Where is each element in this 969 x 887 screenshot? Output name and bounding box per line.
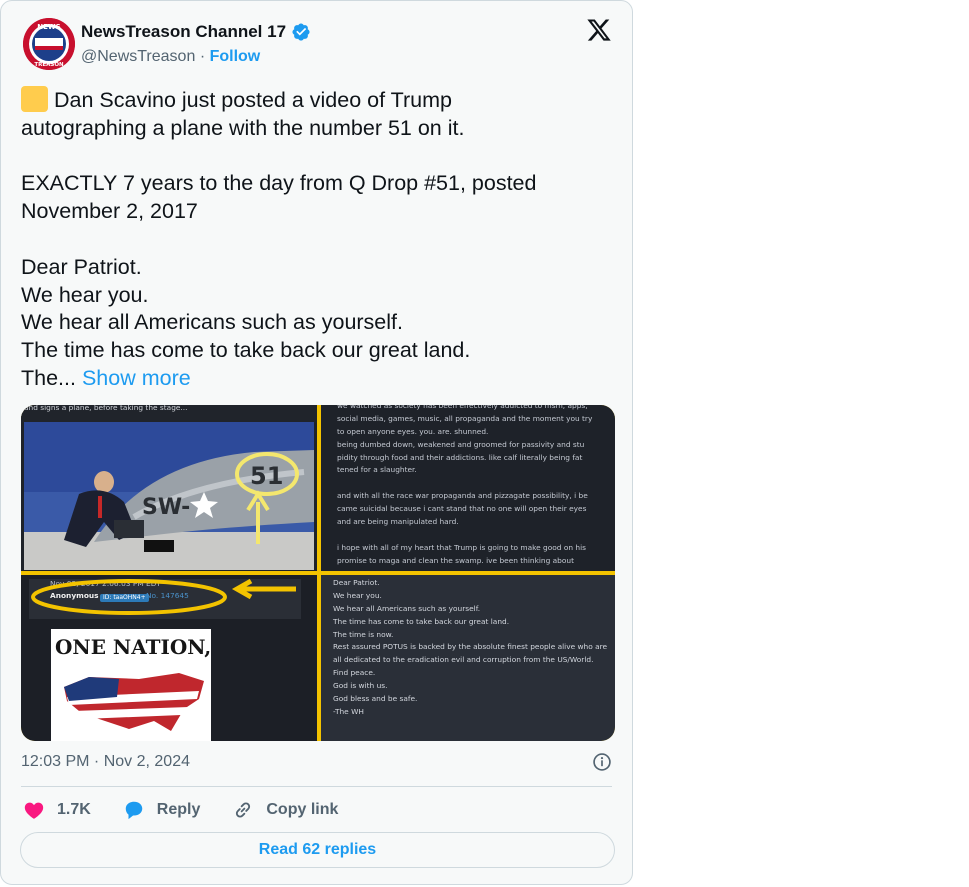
svg-text:SW-: SW- xyxy=(142,495,190,520)
tweet-card: NEWS TREASON NewsTreason Channel 17 @New… xyxy=(0,0,633,885)
document-line: came suicidal because i cant stand that … xyxy=(337,504,587,514)
action-bar: 1.7K Reply Copy link xyxy=(23,799,370,821)
yellow-square-emoji-icon xyxy=(21,86,48,112)
like-count: 1.7K xyxy=(57,801,91,818)
document-line: The time has come to take back our great… xyxy=(333,616,510,626)
document-line: The time is now. xyxy=(333,629,394,639)
divider xyxy=(21,786,612,787)
document-line: and with all the race war propaganda and… xyxy=(337,491,588,501)
document-line: all dedicated to the eradication evil an… xyxy=(333,655,594,665)
tweet-line: EXACTLY 7 years to the day from Q Drop #… xyxy=(21,171,537,196)
avatar-logo-icon: NEWS TREASON xyxy=(23,18,75,70)
info-icon[interactable] xyxy=(592,752,612,772)
document-line: to open anyone eyes. you. are. shunned. xyxy=(337,426,489,436)
tweet-line: autographing a plane with the number 51 … xyxy=(21,115,465,140)
document-text: we watched as society has been effective… xyxy=(337,405,602,568)
media-tile-document[interactable]: we watched as society has been effective… xyxy=(321,405,615,571)
heart-icon xyxy=(24,802,44,819)
tweet-line: We hear you. xyxy=(21,282,149,307)
media-tile-qdrop[interactable]: Nov 02, 2017 2:06:03 PM EDT Anonymous ID… xyxy=(21,575,317,741)
reply-button[interactable]: Reply xyxy=(123,799,201,821)
document-line: and are being manipulated hard. xyxy=(337,517,459,527)
document-line: we watched as society has been effective… xyxy=(337,405,588,410)
document-line: social media, games, music, all propagan… xyxy=(337,413,593,423)
reply-bubble-icon xyxy=(125,801,143,820)
document-line: -The WH xyxy=(333,706,364,716)
document-line: pidity through food and their addictions… xyxy=(337,452,583,462)
media-caption: and signs a plane, before taking the sta… xyxy=(24,405,188,412)
author-name[interactable]: NewsTreason Channel 17 xyxy=(81,21,286,43)
verified-badge-icon xyxy=(292,23,310,41)
read-replies-button[interactable]: Read 62 replies xyxy=(20,832,615,868)
letter-text: Dear Patriot. We hear you. We hear all Ame… xyxy=(333,577,611,719)
media-grid[interactable]: and signs a plane, before taking the sta… xyxy=(21,405,615,741)
tweet-line: The... xyxy=(21,365,76,390)
tweet-line: November 2, 2017 xyxy=(21,199,198,224)
svg-text:NEWS: NEWS xyxy=(37,23,60,31)
svg-text:TREASON: TREASON xyxy=(34,62,64,68)
usa-flag-map-icon xyxy=(64,673,204,731)
avatar[interactable]: NEWS TREASON xyxy=(23,18,75,70)
svg-text:51: 51 xyxy=(250,462,283,490)
document-line: promise to maga and clean the swamp. ive… xyxy=(337,555,574,565)
tweet-line: We hear all Americans such as yourself. xyxy=(21,310,403,335)
document-line: Find peace. xyxy=(333,668,376,678)
author-handle[interactable]: @NewsTreason xyxy=(81,48,195,65)
copy-link-label: Copy link xyxy=(266,801,339,818)
document-line: God is with us. xyxy=(333,681,388,691)
plane-photo-image: SW- 51 xyxy=(24,422,314,570)
like-button[interactable]: 1.7K xyxy=(23,799,91,821)
tweet-line: The time has come to take back our great… xyxy=(21,338,471,363)
author-block: NewsTreason Channel 17 @NewsTreason · Fo… xyxy=(81,21,311,67)
poster-title: ONE NATION, xyxy=(55,635,212,659)
document-line: Dear Patriot. xyxy=(333,578,380,587)
link-icon xyxy=(236,802,251,818)
x-logo-icon[interactable] xyxy=(586,17,612,43)
show-more-link[interactable]: Show more xyxy=(82,366,191,390)
document-line: Rest assured POTUS is backed by the abso… xyxy=(333,642,608,652)
media-tile-letter[interactable]: Dear Patriot. We hear you. We hear all Ame… xyxy=(321,575,615,741)
reply-label: Reply xyxy=(156,801,201,818)
tweet-line: Dear Patriot. xyxy=(21,254,142,279)
document-line: We hear all Americans such as yourself. xyxy=(333,603,481,613)
document-line: i hope with all of my heart that Trump i… xyxy=(337,542,586,552)
tweet-line: Dan Scavino just posted a video of Trump xyxy=(54,88,452,112)
highlight-annotation-icon xyxy=(31,578,296,615)
media-tile-plane[interactable]: and signs a plane, before taking the sta… xyxy=(21,405,317,571)
document-line: God bless and be safe. xyxy=(333,694,418,704)
tweet-text: Dan Scavino just posted a video of Trump… xyxy=(21,86,601,393)
document-line: being dumbed down, weakened and groomed … xyxy=(337,439,585,449)
timestamp[interactable]: 12:03 PM · Nov 2, 2024 xyxy=(21,753,190,771)
one-nation-poster: ONE NATION, xyxy=(51,629,211,741)
copy-link-button[interactable]: Copy link xyxy=(232,799,338,821)
document-line: tened for a slaughter. xyxy=(337,465,417,475)
document-line: We hear you. xyxy=(333,590,382,600)
separator-dot: · xyxy=(199,48,210,65)
follow-button[interactable]: Follow xyxy=(210,48,261,65)
